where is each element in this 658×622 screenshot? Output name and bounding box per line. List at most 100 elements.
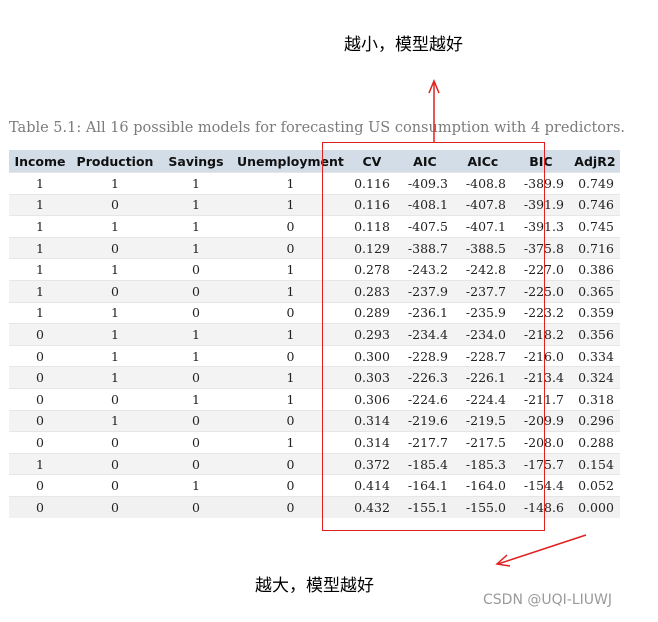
cell-production: 0: [71, 431, 159, 454]
header-cv: CV: [347, 150, 396, 173]
cell-unemployment: 1: [233, 387, 348, 411]
cell-bic: -209.9: [511, 409, 570, 432]
cell-adjr2: 0.356: [569, 323, 620, 346]
cell-cv: 0.289: [347, 301, 396, 324]
cell-unemployment: 1: [233, 431, 348, 454]
table-row: 1 1 1 0 0.118 -407.5 -407.1 -391.3 0.745: [9, 215, 620, 238]
table-row: 0 1 1 1 0.293 -234.4 -234.0 -218.2 0.356: [9, 323, 620, 346]
cell-cv: 0.300: [347, 344, 396, 367]
cell-adjr2: 0.365: [569, 279, 620, 303]
cell-aic: -226.3: [395, 366, 454, 389]
cell-adjr2: 0.318: [569, 387, 620, 411]
cell-aicc: -219.5: [453, 409, 512, 432]
cell-aicc: -224.4: [453, 387, 512, 411]
cell-production: 1: [71, 172, 159, 195]
cell-unemployment: 0: [233, 409, 348, 432]
cell-bic: -175.7: [511, 452, 570, 475]
cell-income: 1: [9, 452, 71, 475]
cell-savings: 1: [159, 474, 233, 497]
cell-aic: -219.6: [395, 409, 454, 432]
cell-income: 1: [9, 215, 71, 238]
cell-aic: -407.5: [395, 215, 454, 238]
down-left-arrow-icon: [495, 534, 587, 567]
cell-aicc: -237.7: [453, 279, 512, 303]
cell-income: 0: [9, 366, 71, 389]
cell-adjr2: 0.000: [569, 495, 620, 518]
table-row: 0 1 1 0 0.300 -228.9 -228.7 -216.0 0.334: [9, 344, 620, 367]
cell-savings: 0: [159, 452, 233, 475]
cell-income: 0: [9, 344, 71, 367]
cell-income: 1: [9, 279, 71, 303]
cell-bic: -154.4: [511, 474, 570, 497]
cell-production: 1: [71, 323, 159, 346]
cell-aicc: -226.1: [453, 366, 512, 389]
cell-savings: 1: [159, 236, 233, 259]
cell-bic: -389.9: [511, 172, 570, 195]
cell-production: 0: [71, 387, 159, 411]
table-row: 0 1 0 0 0.314 -219.6 -219.5 -209.9 0.296: [9, 409, 620, 432]
cell-income: 0: [9, 431, 71, 454]
cell-production: 0: [71, 193, 159, 216]
cell-adjr2: 0.359: [569, 301, 620, 324]
cell-aic: -185.4: [395, 452, 454, 475]
cell-bic: -208.0: [511, 431, 570, 454]
cell-unemployment: 0: [233, 452, 348, 475]
cell-savings: 1: [159, 344, 233, 367]
header-aicc: AICc: [453, 150, 512, 173]
cell-income: 0: [9, 323, 71, 346]
cell-bic: -223.2: [511, 301, 570, 324]
cell-aic: -243.2: [395, 258, 454, 281]
watermark: CSDN @UQI-LIUWJ: [483, 592, 612, 608]
cell-unemployment: 0: [233, 474, 348, 497]
cell-adjr2: 0.386: [569, 258, 620, 281]
cell-aicc: -235.9: [453, 301, 512, 324]
cell-cv: 0.278: [347, 258, 396, 281]
cell-production: 1: [71, 301, 159, 324]
table-row: 1 1 1 1 0.116 -409.3 -408.8 -389.9 0.749: [9, 172, 620, 195]
cell-unemployment: 0: [233, 215, 348, 238]
cell-aicc: -407.8: [453, 193, 512, 216]
cell-unemployment: 0: [233, 301, 348, 324]
cell-cv: 0.116: [347, 172, 396, 195]
table-row: 0 0 1 0 0.414 -164.1 -164.0 -154.4 0.052: [9, 474, 620, 497]
annotation-larger-is-better: 越大，模型越好: [255, 576, 374, 596]
header-adjr2: AdjR2: [569, 150, 620, 173]
cell-adjr2: 0.749: [569, 172, 620, 195]
header-aic: AIC: [395, 150, 454, 173]
cell-aicc: -155.0: [453, 495, 512, 518]
header-income: Income: [9, 150, 71, 173]
cell-unemployment: 0: [233, 236, 348, 259]
cell-unemployment: 1: [233, 366, 348, 389]
cell-unemployment: 0: [233, 495, 348, 518]
cell-production: 0: [71, 452, 159, 475]
cell-aic: -228.9: [395, 344, 454, 367]
cell-aicc: -407.1: [453, 215, 512, 238]
cell-cv: 0.293: [347, 323, 396, 346]
cell-cv: 0.432: [347, 495, 396, 518]
cell-production: 1: [71, 215, 159, 238]
cell-bic: -225.0: [511, 279, 570, 303]
cell-unemployment: 0: [233, 344, 348, 367]
cell-production: 0: [71, 279, 159, 303]
cell-income: 0: [9, 409, 71, 432]
cell-bic: -375.8: [511, 236, 570, 259]
cell-adjr2: 0.154: [569, 452, 620, 475]
cell-aicc: -185.3: [453, 452, 512, 475]
cell-savings: 1: [159, 387, 233, 411]
cell-aic: -236.1: [395, 301, 454, 324]
table-row: 1 0 0 0 0.372 -185.4 -185.3 -175.7 0.154: [9, 452, 620, 475]
cell-aic: -217.7: [395, 431, 454, 454]
cell-adjr2: 0.334: [569, 344, 620, 367]
cell-bic: -391.3: [511, 215, 570, 238]
table-row: 1 1 0 1 0.278 -243.2 -242.8 -227.0 0.386: [9, 258, 620, 281]
cell-aic: -234.4: [395, 323, 454, 346]
cell-adjr2: 0.324: [569, 366, 620, 389]
cell-income: 0: [9, 495, 71, 518]
cell-savings: 0: [159, 366, 233, 389]
cell-cv: 0.306: [347, 387, 396, 411]
cell-bic: -216.0: [511, 344, 570, 367]
cell-bic: -218.2: [511, 323, 570, 346]
cell-income: 1: [9, 301, 71, 324]
table-row: 1 1 0 0 0.289 -236.1 -235.9 -223.2 0.359: [9, 301, 620, 324]
cell-cv: 0.303: [347, 366, 396, 389]
